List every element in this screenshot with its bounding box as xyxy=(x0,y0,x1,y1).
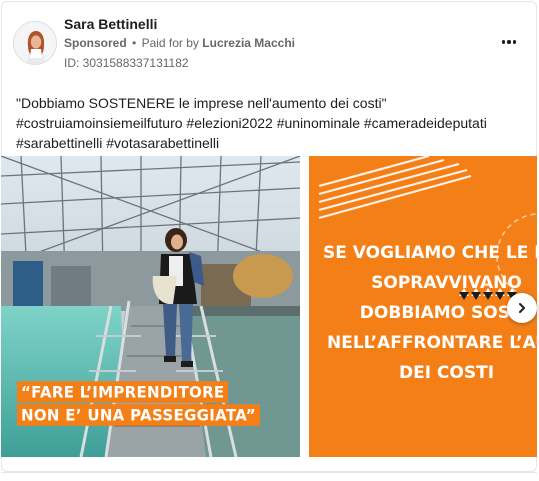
carousel-slide-quote[interactable]: SE VOGLIAMO CHE LE IMP SOPRAVVIVANO DOBB… xyxy=(309,156,537,457)
payer-name: Lucrezia Macchi xyxy=(202,36,295,50)
post-text-line: "Dobbiamo SOSTENERE le imprese nell'aume… xyxy=(16,95,387,111)
chevron-right-icon xyxy=(519,303,525,313)
card-divider xyxy=(1,472,537,473)
quote-line: DOBBIAMO SOSTE xyxy=(359,303,534,323)
post-hashtags-line[interactable]: #costruiamoinsiemeilfuturo #elezioni2022… xyxy=(16,113,528,133)
caption-line: NON E’ UNA PASSEGGIATA” xyxy=(17,404,260,426)
image-carousel[interactable]: “FARE L’IMPRENDITORE NON E’ UNA PASSEGGI… xyxy=(1,156,537,457)
quote-line: DEI COSTI xyxy=(398,363,495,383)
quote-line: SE VOGLIAMO CHE LE IMP xyxy=(323,243,537,263)
quote-line: SOPRAVVIVANO xyxy=(371,273,522,293)
page-name[interactable]: Sara Bettinelli xyxy=(64,16,157,32)
caption-line: “FARE L’IMPRENDITORE xyxy=(17,381,229,403)
more-options-button[interactable] xyxy=(496,32,522,52)
post-text: "Dobbiamo SOSTENERE le imprese nell'aume… xyxy=(16,93,528,153)
avatar[interactable] xyxy=(13,21,57,65)
profile-photo-icon xyxy=(14,22,56,64)
carousel-next-button[interactable] xyxy=(507,293,537,323)
sponsored-line: Sponsored • Paid for by Lucrezia Macchi xyxy=(64,36,295,50)
paid-for-prefix: Paid for by xyxy=(141,36,199,50)
ad-id: ID: 3031588337131182 xyxy=(64,56,189,70)
slide-quote-text: SE VOGLIAMO CHE LE IMP SOPRAVVIVANO DOBB… xyxy=(309,238,537,388)
slide-caption: “FARE L’IMPRENDITORE NON E’ UNA PASSEGGI… xyxy=(17,381,260,426)
sponsored-label: Sponsored xyxy=(64,36,127,50)
quote-line: NELL’AFFRONTARE L’AUM xyxy=(327,333,537,353)
post-hashtags-line[interactable]: #sarabettinelli #votasarabettinelli xyxy=(16,133,528,153)
separator-dot: • xyxy=(132,36,137,50)
more-horizontal-icon xyxy=(501,40,506,44)
carousel-slide-greenhouse[interactable]: “FARE L’IMPRENDITORE NON E’ UNA PASSEGGI… xyxy=(1,156,300,457)
